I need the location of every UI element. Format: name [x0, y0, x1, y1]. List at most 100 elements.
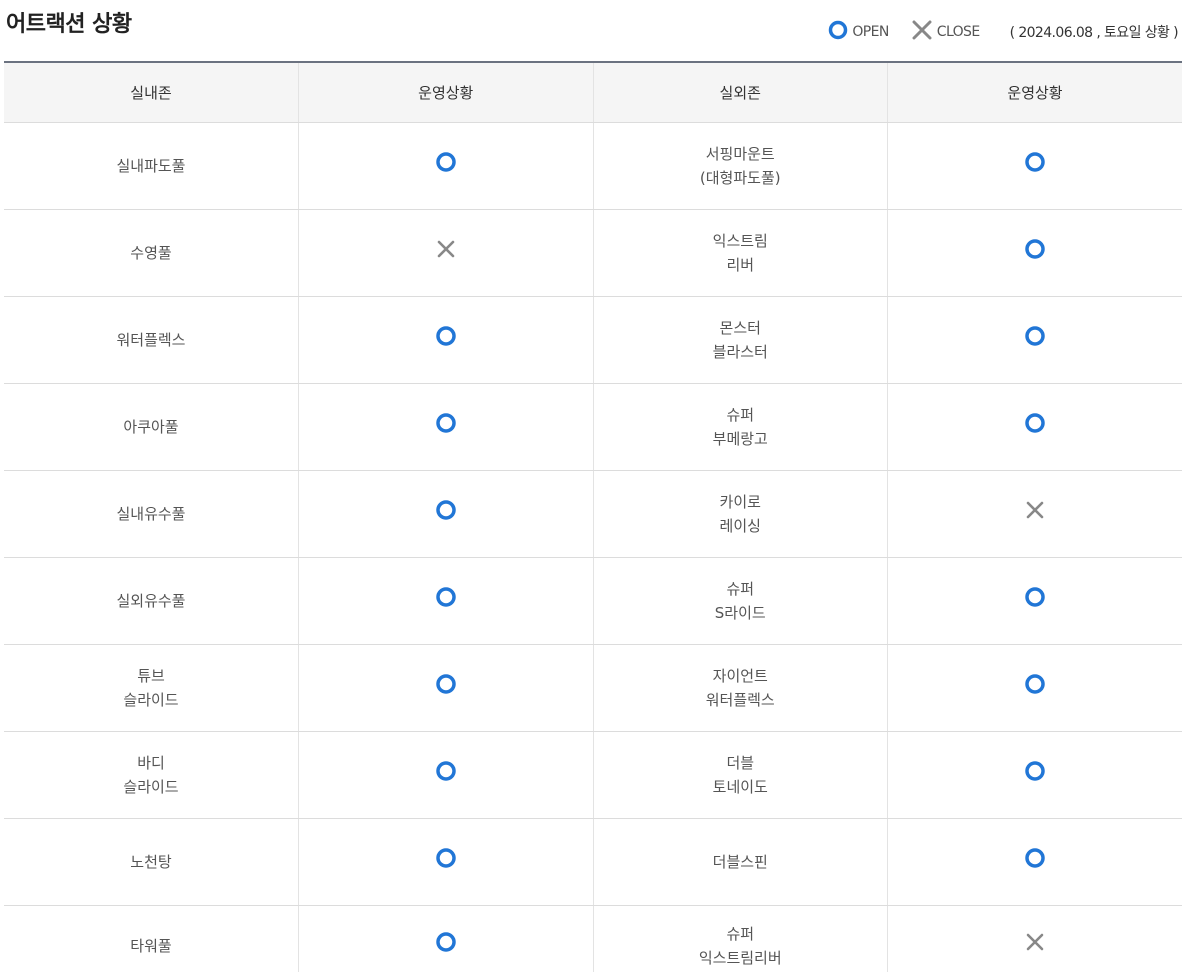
open-circle-icon: [1024, 151, 1046, 173]
page-title: 어트랙션 상황: [6, 12, 132, 37]
table-row: 바디 슬라이드 더블 토네이도: [4, 731, 1182, 819]
indoor-attraction-cell: 실내파도풀: [4, 122, 299, 210]
outdoor-attraction-name: 몬스터 블라스터: [712, 318, 768, 361]
outdoor-attraction-cell: 몬스터 블라스터: [593, 296, 888, 384]
outdoor-attraction-cell: 익스트림 리버: [593, 209, 888, 297]
indoor-attraction-name: 워터플렉스: [116, 330, 186, 349]
table-row: 워터플렉스 몬스터 블라스터: [4, 296, 1182, 384]
indoor-attraction-cell: 노천탕: [4, 818, 299, 906]
header-indoor-zone: 실내존: [4, 62, 299, 123]
open-circle-icon: [1024, 412, 1046, 434]
table-row: 노천탕 더블스핀: [4, 818, 1182, 906]
open-circle-icon: [435, 412, 457, 434]
legend-open: OPEN: [828, 20, 889, 44]
header-outdoor-zone: 실외존: [593, 62, 888, 123]
indoor-attraction-cell: 워터플렉스: [4, 296, 299, 384]
outdoor-attraction-name: 자이언트 워터플렉스: [705, 666, 775, 709]
status-cell: [887, 557, 1182, 645]
close-x-icon: [435, 238, 457, 260]
outdoor-attraction-cell: 서핑마운트 (대형파도풀): [593, 122, 888, 210]
table-row: 실내파도풀 서핑마운트 (대형파도풀): [4, 122, 1182, 210]
status-date: ( 2024.06.08 , 토요일 상황 ): [1009, 25, 1179, 41]
table-row: 아쿠아풀 슈퍼 부메랑고: [4, 383, 1182, 471]
open-circle-icon: [435, 673, 457, 695]
outdoor-attraction-cell: 자이언트 워터플렉스: [593, 644, 888, 732]
open-circle-icon: [435, 151, 457, 173]
indoor-attraction-name: 실내파도풀: [116, 156, 186, 175]
legend-close-label: CLOSE: [936, 24, 980, 40]
indoor-attraction-name: 튜브 슬라이드: [123, 666, 179, 709]
indoor-attraction-cell: 실내유수풀: [4, 470, 299, 558]
open-circle-icon: [828, 20, 848, 44]
status-cell: [887, 470, 1182, 558]
outdoor-attraction-name: 익스트림 리버: [712, 231, 768, 274]
status-cell: [887, 122, 1182, 210]
status-cell: [888, 905, 1183, 972]
indoor-attraction-cell: 바디 슬라이드: [4, 731, 299, 819]
legend-close: CLOSE: [911, 20, 980, 44]
outdoor-attraction-cell: 더블스핀: [593, 818, 888, 906]
outdoor-attraction-cell: 슈퍼 S라이드: [593, 557, 888, 645]
close-x-icon: [1024, 931, 1046, 953]
outdoor-attraction-name: 더블 토네이도: [712, 753, 768, 796]
open-circle-icon: [435, 325, 457, 347]
status-cell: [298, 818, 594, 906]
indoor-attraction-cell: 튜브 슬라이드: [4, 644, 299, 732]
status-cell: [887, 209, 1182, 297]
open-circle-icon: [1024, 325, 1046, 347]
outdoor-attraction-name: 서핑마운트 (대형파도풀): [699, 144, 781, 187]
outdoor-attraction-cell: 카이로 레이싱: [593, 470, 888, 558]
table-row: 실내유수풀 카이로 레이싱: [4, 470, 1182, 558]
table-row: 수영풀 익스트림 리버: [4, 209, 1182, 297]
open-circle-icon: [435, 931, 457, 953]
legend-open-label: OPEN: [852, 24, 889, 40]
table-row: 타워풀 슈퍼 익스트림리버: [4, 905, 1182, 972]
status-cell: [298, 905, 594, 972]
outdoor-attraction-cell: 더블 토네이도: [593, 731, 888, 819]
table-row: 튜브 슬라이드 자이언트 워터플렉스: [4, 644, 1182, 732]
status-cell: [298, 470, 594, 558]
status-cell: [887, 818, 1182, 906]
open-circle-icon: [435, 847, 457, 869]
status-cell: [887, 731, 1182, 819]
status-cell: [298, 383, 594, 471]
indoor-attraction-cell: 타워풀: [4, 905, 299, 972]
status-legend: OPEN CLOSE ( 2024.06.08 , 토요일 상황 ): [828, 20, 1179, 44]
indoor-attraction-name: 아쿠아풀: [123, 417, 179, 436]
indoor-attraction-cell: 실외유수풀: [4, 557, 299, 645]
outdoor-attraction-name: 카이로 레이싱: [719, 492, 761, 535]
open-circle-icon: [435, 499, 457, 521]
status-cell: [298, 731, 594, 819]
outdoor-attraction-name: 더블스핀: [712, 852, 768, 871]
attraction-status-table: 실내존 운영상황 실외존 운영상황 실내파도풀 서핑마운트 (대형파도풀) 수영풀 익…: [4, 61, 1182, 972]
status-cell: [298, 296, 594, 384]
outdoor-attraction-cell: 슈퍼 부메랑고: [593, 383, 888, 471]
open-circle-icon: [1024, 760, 1046, 782]
close-x-icon: [911, 20, 933, 44]
outdoor-attraction-name: 슈퍼 익스트림리버: [698, 924, 782, 967]
open-circle-icon: [1024, 238, 1046, 260]
indoor-attraction-cell: 수영풀: [4, 209, 299, 297]
open-circle-icon: [435, 760, 457, 782]
status-cell: [887, 383, 1182, 471]
status-cell: [887, 296, 1182, 384]
status-cell: [298, 644, 594, 732]
indoor-attraction-name: 타워풀: [130, 936, 172, 955]
table-row: 실외유수풀 슈퍼 S라이드: [4, 557, 1182, 645]
indoor-attraction-name: 노천탕: [130, 852, 172, 871]
indoor-attraction-name: 수영풀: [130, 243, 172, 262]
open-circle-icon: [1024, 586, 1046, 608]
status-cell: [298, 557, 594, 645]
table-header-row: 실내존 운영상황 실외존 운영상황: [4, 62, 1182, 123]
outdoor-attraction-cell: 슈퍼 익스트림리버: [593, 905, 888, 972]
indoor-attraction-cell: 아쿠아풀: [4, 383, 299, 471]
open-circle-icon: [1024, 847, 1046, 869]
header-outdoor-status: 운영상황: [887, 62, 1182, 123]
indoor-attraction-name: 실외유수풀: [116, 591, 186, 610]
indoor-attraction-name: 실내유수풀: [116, 504, 186, 523]
status-cell: [298, 122, 594, 210]
header-indoor-status: 운영상황: [298, 62, 594, 123]
close-x-icon: [1024, 499, 1046, 521]
outdoor-attraction-name: 슈퍼 S라이드: [714, 579, 766, 622]
outdoor-attraction-name: 슈퍼 부메랑고: [712, 405, 768, 448]
